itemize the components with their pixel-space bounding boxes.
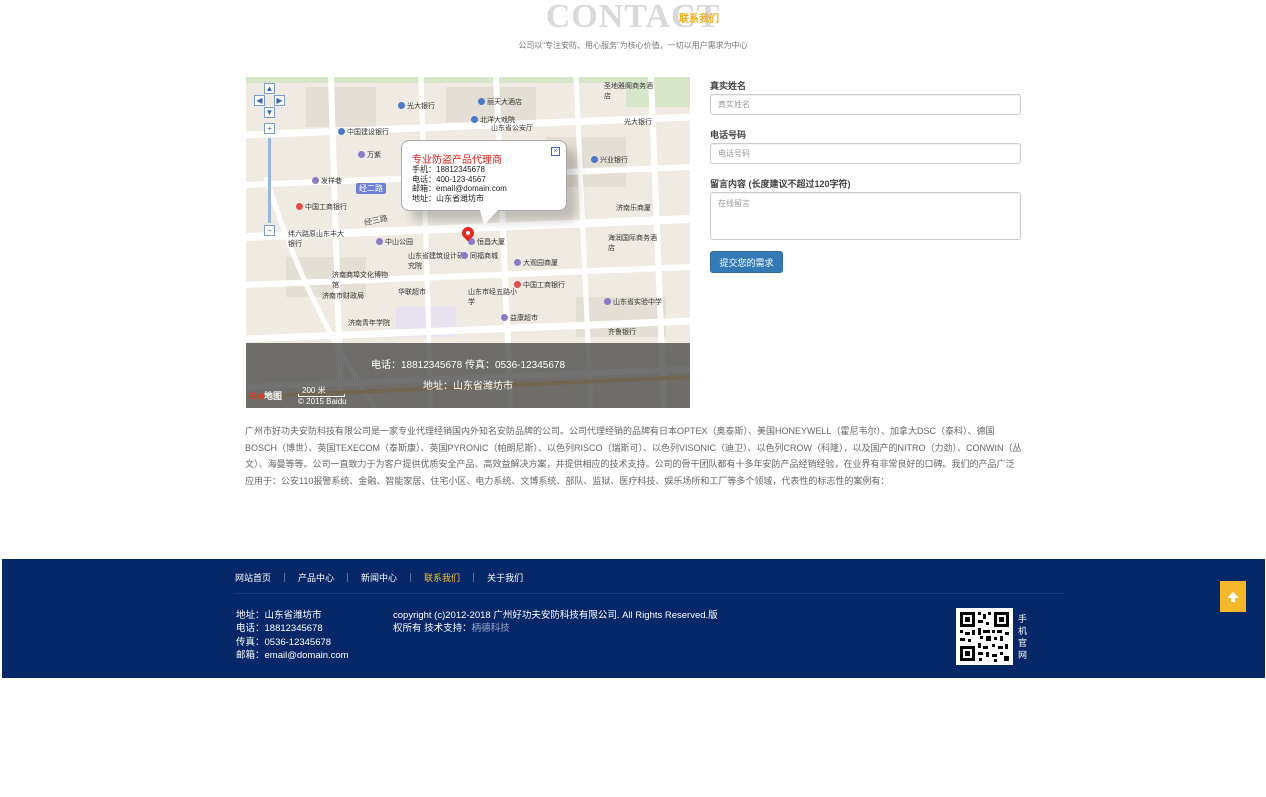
nav-item-news[interactable]: 新闻中心 — [361, 571, 397, 584]
footer-email: 邮箱：email@domain.com — [236, 649, 349, 661]
map-poi: 万紫 — [358, 150, 381, 160]
map-poi: 山东市经五路小学 — [468, 289, 517, 306]
nav-item-home[interactable]: 网站首页 — [235, 571, 271, 584]
footer-address: 地址：山东省潍坊市 — [236, 610, 322, 621]
map-poi: 发祥巷 — [312, 176, 342, 186]
tech-support-link[interactable]: 柄德科技 — [472, 623, 510, 634]
footer-contact: 地址：山东省潍坊市 电话：18812345678 传真：0536-1234567… — [236, 609, 349, 662]
map-poi: 纬六路原山东丰大银行 — [288, 231, 344, 248]
map-poi: 山东省实验中学 — [604, 297, 662, 307]
map-poi: 中国工商银行 — [514, 280, 565, 290]
map-poi: 山东省公安厅 — [491, 125, 533, 132]
road-label: 经二路 — [356, 183, 386, 194]
map-poi: 大观园商厦 — [514, 258, 558, 268]
map-poi: 济南青年学院 — [348, 320, 390, 327]
site-footer: 网站首页 产品中心 新闻中心 联系我们 关于我们 地址：山东省潍坊市 电话：188123… — [2, 559, 1265, 678]
map-poi: 光大银行 — [398, 101, 435, 111]
name-label: 真实姓名 — [710, 81, 747, 91]
nav-item-about[interactable]: 关于我们 — [487, 571, 523, 584]
pan-up-button[interactable]: ▲ — [264, 83, 275, 94]
map-poi: 中山公园 — [376, 237, 413, 247]
map-poi: 济南市财政局 — [322, 293, 364, 300]
map-poi: 兴业银行 — [591, 155, 628, 165]
map-poi: 华联超市 — [398, 289, 426, 296]
nav-separator — [347, 573, 349, 582]
popup-details: 手机：18812345678 电话：400-123-4567 邮箱：email@… — [412, 165, 507, 203]
popup-title: 专业防盗产品代理商 — [412, 155, 502, 166]
map-poi: 丽天大酒店 — [478, 97, 522, 107]
phone-label: 电话号码 — [710, 130, 747, 140]
copyright-line-2: 权所有 技术支持：柄德科技 — [393, 623, 510, 635]
footer-nav: 网站首页 产品中心 新闻中心 联系我们 关于我们 — [235, 571, 523, 584]
zoom-in-button[interactable]: + — [264, 123, 275, 134]
map-poi: 海润国际商务酒店 — [608, 235, 657, 252]
map-poi: 济南乐商厦 — [616, 205, 651, 212]
footer-copyright: copyright (c)2012-2018 广州好功夫安防科技有限公司. Al… — [393, 609, 718, 636]
map-zoom-control[interactable]: ▲ ◀ ▶ ▼ + − — [254, 83, 285, 236]
popup-address: 地址：山东省潍坊市 — [412, 193, 484, 203]
arrow-up-icon-stem — [1231, 597, 1235, 602]
qr-code-icon — [956, 608, 1013, 665]
pan-left-button[interactable]: ◀ — [254, 95, 265, 106]
map-copyright: © 2015 Baidu — [298, 397, 347, 406]
nav-item-contact[interactable]: 联系我们 — [424, 571, 460, 584]
pan-right-button[interactable]: ▶ — [274, 95, 285, 106]
message-label: 留言内容 (长度建议不超过120字符) — [710, 179, 851, 189]
baidu-map[interactable]: ▲ ◀ ▶ ▼ + − 光大银行 丽天大酒店 北洋大戏院 山东省公安厅 中国建设… — [246, 77, 690, 408]
zoom-out-button[interactable]: − — [264, 225, 275, 236]
copyright-line: copyright (c)2012-2018 广州好功夫安防科技有限公司. Al… — [393, 610, 718, 621]
footer-fax: 传真：0536-12345678 — [236, 636, 332, 648]
map-poi: 光大银行 — [624, 119, 652, 126]
name-field[interactable]: 真实姓名 — [710, 94, 1021, 115]
map-poi: 中国工商银行 — [296, 202, 347, 212]
submit-button[interactable]: 提交您的需求 — [710, 251, 783, 273]
map-poi: 齐鲁银行 — [608, 329, 636, 336]
heading-title-cn: 联系我们 — [679, 14, 719, 25]
popup-phone: 手机：18812345678 — [412, 165, 485, 174]
map-poi: 济南商埠文化博物馆 — [332, 272, 388, 289]
footer-divider — [235, 593, 1065, 594]
map-poi: 山东省建筑设计研究院 — [408, 253, 464, 270]
back-to-top-button[interactable] — [1220, 581, 1246, 612]
heading-title-en: CONTACT — [545, 0, 721, 35]
popup-email: 邮箱：email@domain.com — [412, 184, 507, 193]
nav-item-products[interactable]: 产品中心 — [298, 571, 334, 584]
nav-separator — [410, 573, 412, 582]
heading-subtitle: 公司以“专注安防、用心服务”为核心价值，一切以用户需求为中心 — [518, 41, 748, 50]
baidu-logo: Bai地图 — [250, 391, 283, 401]
map-poi: 中国建设银行 — [338, 127, 389, 137]
map-pin-dot — [466, 231, 470, 235]
company-description: 广州市好功夫安防科技有限公司是一家专业代理经销国内外知名安防品牌的公司。公司代理… — [245, 426, 1022, 487]
pan-down-button[interactable]: ▼ — [264, 107, 275, 118]
phone-field[interactable]: 电话号码 — [710, 143, 1021, 164]
footer-phone: 电话：18812345678 — [236, 623, 323, 635]
map-poi: 同福商城 — [461, 251, 498, 261]
map-poi: 圣地雅阁商务酒店 — [604, 83, 653, 100]
qr-label: 手机官网 — [1018, 614, 1028, 660]
nav-separator — [284, 573, 286, 582]
popup-tel: 电话：400-123-4567 — [412, 174, 486, 184]
map-poi: 益康超市 — [501, 313, 538, 323]
map-info-popup: 专业防盗产品代理商 × 手机：18812345678 电话：400-123-45… — [401, 140, 567, 225]
close-icon[interactable]: × — [551, 147, 560, 156]
zoom-slider[interactable] — [268, 138, 271, 223]
nav-separator — [473, 573, 475, 582]
overlay-line-phone: 电话：18812345678 传真：0536-12345678 — [370, 360, 566, 371]
message-textarea[interactable]: 在线留言 — [710, 192, 1021, 240]
map-poi: 恒昌大厦 — [468, 237, 505, 247]
